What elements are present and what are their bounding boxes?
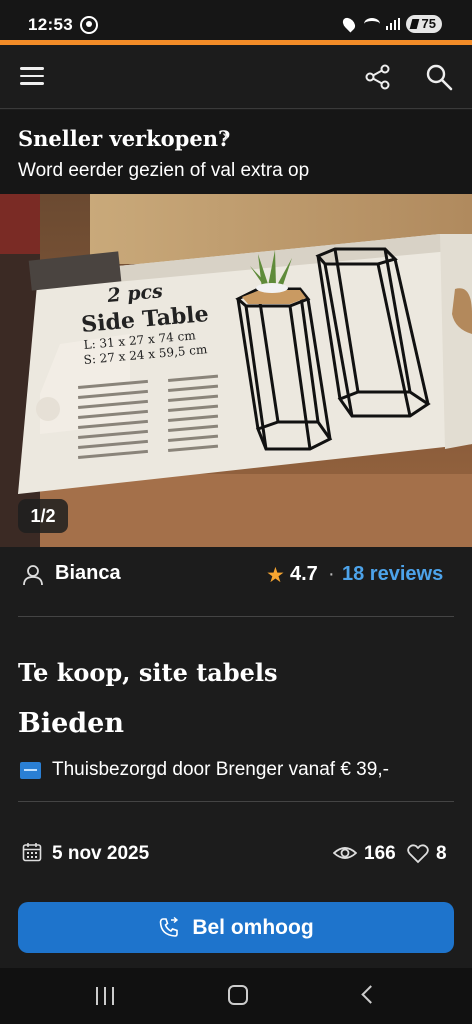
menu-icon[interactable] — [20, 67, 44, 85]
favorite-count: 8 — [436, 843, 447, 864]
user-icon — [23, 565, 43, 586]
view-count: 166 — [364, 843, 396, 864]
reviews-link[interactable]: 18 reviews — [342, 563, 443, 586]
wifi-icon — [363, 18, 380, 30]
battery-icon: 75 — [405, 15, 442, 33]
status-icons: 75 — [340, 14, 442, 34]
signal-icon — [385, 18, 400, 30]
chevron-right-icon: › — [222, 126, 229, 148]
whatsapp-icon — [80, 16, 98, 34]
promo-title: Sneller verkopen? — [18, 126, 231, 151]
status-time: 12:53 — [28, 15, 73, 34]
delivery-info: Thuisbezorgd door Brenger vanaf € 39,- — [52, 759, 389, 780]
seller-name[interactable]: Bianca — [55, 562, 121, 585]
back-icon[interactable] — [361, 985, 380, 1004]
listing-date: 5 nov 2025 — [52, 843, 150, 864]
share-icon[interactable] — [364, 63, 392, 91]
search-icon[interactable] — [425, 63, 453, 91]
star-icon: ★ — [266, 564, 285, 587]
call-button[interactable]: Bel omhoog — [18, 902, 454, 953]
rating-separator: · — [328, 563, 335, 585]
calendar-icon — [22, 843, 42, 862]
seller-row: Bianca ★ 4.7 · 18 reviews — [0, 548, 472, 616]
location-icon — [340, 15, 358, 33]
call-button-label: Bel omhoog — [192, 915, 314, 939]
brenger-delivery-icon — [20, 762, 41, 779]
product-photo-image: 2 pcs Side Table L: 31 x 27 x 74 cm S: 2… — [0, 194, 472, 547]
heart-icon[interactable] — [407, 844, 429, 864]
promo-subtitle: Word eerder gezien of val extra op — [18, 160, 310, 181]
eye-icon — [333, 847, 357, 859]
divider — [18, 801, 454, 802]
photo-counter: 1/2 — [18, 499, 68, 533]
listing-photo[interactable]: 2 pcs Side Table L: 31 x 27 x 74 cm S: 2… — [0, 194, 472, 547]
divider — [18, 616, 454, 617]
listing-title: Te koop, site tabels — [18, 658, 278, 687]
status-bar: 12:53 75 — [0, 0, 472, 40]
recents-icon[interactable] — [96, 987, 116, 1005]
home-icon[interactable] — [228, 985, 248, 1005]
promo-banner[interactable]: Sneller verkopen? › Word eerder gezien o… — [0, 110, 472, 194]
system-nav-bar — [0, 968, 472, 1024]
phone-icon — [160, 916, 179, 937]
seller-rating: 4.7 — [290, 563, 318, 585]
app-bar — [0, 45, 472, 109]
price-label: Bieden — [18, 708, 124, 739]
